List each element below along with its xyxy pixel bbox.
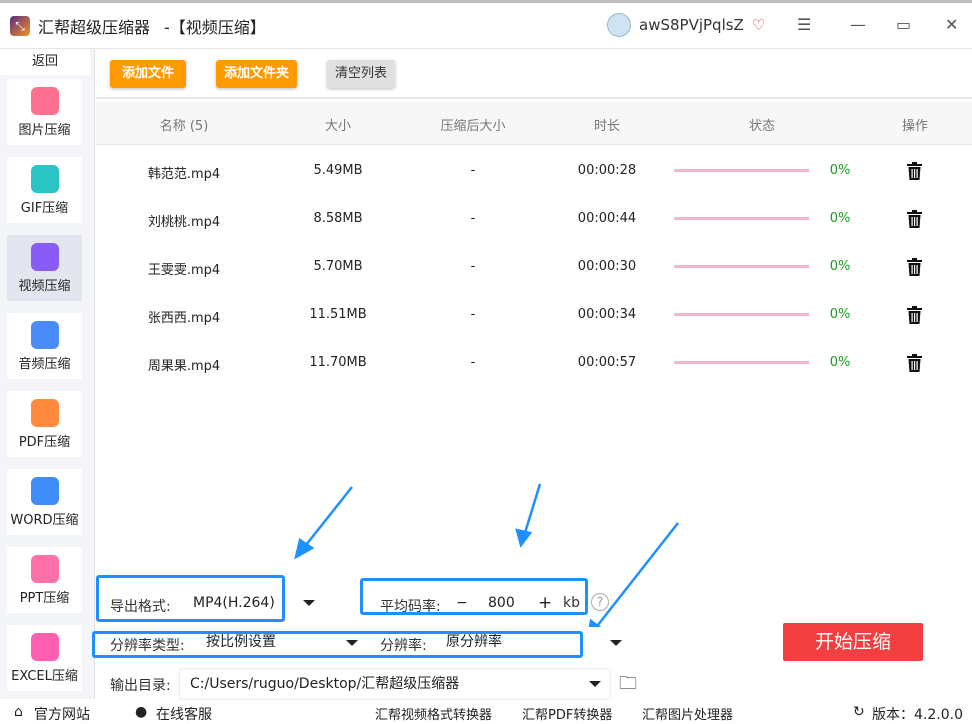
image-processor-link[interactable]: 汇帮图片处理器 — [642, 704, 733, 723]
format-dropdown-icon[interactable] — [303, 600, 315, 606]
help-icon[interactable]: ? — [591, 593, 609, 611]
home-icon: ⌂ — [14, 704, 23, 720]
arrow-1 — [301, 486, 353, 551]
resolution-highlight — [92, 631, 583, 658]
output-dir-input[interactable]: C:/Users/ruguo/Desktop/汇帮超级压缩器 — [180, 669, 610, 699]
online-service-link[interactable]: 在线客服 — [156, 704, 212, 724]
version-text: 版本：4.2.0.0 — [872, 707, 963, 723]
arrow-2 — [522, 483, 542, 537]
output-dir-dropdown-icon[interactable] — [589, 681, 601, 687]
refresh-icon: ↻ — [853, 704, 865, 720]
video-converter-link[interactable]: 汇帮视频格式转换器 — [375, 704, 492, 723]
start-compress-button[interactable]: 开始压缩 — [783, 623, 923, 661]
footer: ⌂ 官方网站 ● 在线客服 汇帮视频格式转换器 汇帮PDF转换器 汇帮图片处理器… — [0, 701, 972, 723]
pdf-converter-link[interactable]: 汇帮PDF转换器 — [522, 704, 612, 723]
folder-open-icon[interactable]: 🗀 — [619, 671, 637, 701]
headset-icon: ● — [135, 704, 148, 720]
resolution-dropdown-icon[interactable] — [610, 640, 622, 646]
official-site-link[interactable]: 官方网站 — [34, 704, 90, 724]
format-highlight — [96, 575, 285, 622]
arrow-3 — [593, 522, 679, 631]
bitrate-highlight — [360, 578, 588, 615]
output-dir-label: 输出目录: — [110, 678, 171, 694]
